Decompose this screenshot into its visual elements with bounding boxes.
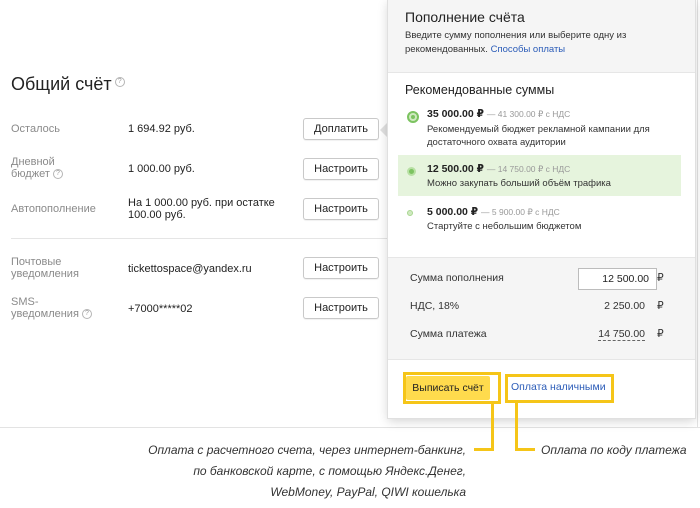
caption-invoice: Оплата с расчетного счета, через интерне… <box>66 440 466 503</box>
autopay-value: На 1 000.00 руб. при остатке 100.00 руб. <box>128 197 275 221</box>
help-icon[interactable]: ? <box>81 309 92 320</box>
sms-label-line1: SMS- <box>11 296 39 308</box>
account-title-text: Общий счёт <box>11 74 112 94</box>
email-notifications-label: Почтовые уведомления <box>11 256 79 280</box>
option-amount-row: 35 000.00 ₽ — 41 300.00 ₽ с НДС <box>427 108 570 120</box>
currency-sign: ₽ <box>657 272 664 284</box>
option-amount: 5 000.00 ₽ <box>427 206 479 218</box>
leader-line-vertical <box>515 403 518 451</box>
radio-selected-icon[interactable] <box>407 167 416 176</box>
recommended-option-5000[interactable]: 5 000.00 ₽ — 5 900.00 ₽ с НДС Стартуйте … <box>398 199 681 239</box>
daily-budget-label: Дневной бюджет ? <box>11 156 63 180</box>
sms-notifications-label: SMS- уведомления ? <box>11 296 92 320</box>
total-value: 14 750.00 <box>598 328 645 341</box>
autopay-label: Автопополнение <box>11 203 96 215</box>
radio-icon[interactable] <box>407 111 419 123</box>
caption-invoice-line1: Оплата с расчетного счета, через интерне… <box>148 443 466 457</box>
help-icon[interactable]: ? <box>114 77 125 88</box>
payment-calculation: Сумма пополнения 12 500.00 ₽ НДС, 18% 2 … <box>388 257 695 360</box>
radio-dot-icon <box>411 115 415 119</box>
page-border <box>697 0 698 428</box>
option-description: Можно закупать больший объём трафика <box>427 178 611 189</box>
email-configure-button[interactable]: Настроить <box>303 257 379 279</box>
caption-invoice-line2: по банковской карте, с помощью Яндекс.Де… <box>193 464 466 478</box>
daily-budget-label-line2: бюджет ? <box>11 168 63 180</box>
option-amount-row: 5 000.00 ₽ — 5 900.00 ₽ с НДС <box>427 206 560 218</box>
leader-line-horizontal <box>474 448 494 451</box>
total-label: Сумма платежа <box>410 328 487 340</box>
leader-line-vertical <box>491 404 494 451</box>
popup-header: Пополнение счёта Введите сумму пополнени… <box>388 0 695 73</box>
popup-desc-line1: Введите сумму пополнения или выберите од… <box>405 30 627 41</box>
popup-description: Введите сумму пополнения или выберите од… <box>405 29 675 57</box>
option-desc-line1: Рекомендуемый бюджет рекламной кампании … <box>427 124 650 135</box>
option-vat-amount: — 41 300.00 ₽ с НДС <box>486 109 571 119</box>
option-desc-line2: достаточного охвата аудитории <box>427 137 566 148</box>
caption-invoice-line3: WebMoney, PayPal, QIWI кошелька <box>270 485 466 499</box>
daily-budget-configure-button[interactable]: Настроить <box>303 158 379 180</box>
sum-label: Сумма пополнения <box>410 272 504 284</box>
option-description: Стартуйте с небольшим бюджетом <box>427 221 582 232</box>
option-description: Рекомендуемый бюджет рекламной кампании … <box>427 123 677 149</box>
recommended-option-35000[interactable]: 35 000.00 ₽ — 41 300.00 ₽ с НДС Рекоменд… <box>398 102 681 152</box>
option-amount-row: 12 500.00 ₽ — 14 750.00 ₽ с НДС <box>427 163 570 175</box>
remaining-label: Осталось <box>11 123 60 135</box>
help-icon[interactable]: ? <box>52 169 63 180</box>
sms-value: +7000*****02 <box>128 303 193 315</box>
email-label-line2: уведомления <box>11 268 79 280</box>
popup-desc-line2: рекомендованных. Способы оплаты <box>405 43 675 57</box>
autopay-configure-button[interactable]: Настроить <box>303 198 379 220</box>
option-amount: 12 500.00 ₽ <box>427 163 484 175</box>
vat-label: НДС, 18% <box>410 300 460 312</box>
sum-input[interactable]: 12 500.00 <box>578 268 657 290</box>
payment-methods-link[interactable]: Способы оплаты <box>491 44 566 55</box>
currency-sign: ₽ <box>657 300 664 312</box>
popup-arrow <box>380 122 388 138</box>
popup-desc-text: рекомендованных. <box>405 44 488 55</box>
vat-value: 2 250.00 <box>604 300 645 312</box>
sms-label-text: уведомления <box>11 308 79 320</box>
option-amount: 35 000.00 ₽ <box>427 108 484 120</box>
daily-budget-value: 1 000.00 руб. <box>128 163 195 175</box>
autopay-value-line1: На 1 000.00 руб. при остатке <box>128 197 275 209</box>
email-label-line1: Почтовые <box>11 256 62 268</box>
daily-budget-label-text: бюджет <box>11 168 50 180</box>
section-divider <box>11 238 387 239</box>
radio-icon[interactable] <box>407 210 413 216</box>
topup-button[interactable]: Доплатить <box>303 118 379 140</box>
email-value: tickettospace@yandex.ru <box>128 263 252 275</box>
popup-title: Пополнение счёта <box>405 9 525 25</box>
recommended-option-12500[interactable]: 12 500.00 ₽ — 14 750.00 ₽ с НДС Можно за… <box>398 155 681 196</box>
daily-budget-label-line1: Дневной <box>11 156 55 168</box>
remaining-value: 1 694.92 руб. <box>128 123 195 135</box>
currency-sign: ₽ <box>657 328 664 340</box>
option-vat-amount: — 14 750.00 ₽ с НДС <box>486 164 571 174</box>
sms-configure-button[interactable]: Настроить <box>303 297 379 319</box>
leader-line-horizontal <box>515 448 535 451</box>
sms-label-line2: уведомления ? <box>11 308 92 320</box>
autopay-value-line2: 100.00 руб. <box>128 209 186 221</box>
invoice-button-highlight <box>403 372 501 404</box>
option-vat-amount: — 5 900.00 ₽ с НДС <box>481 207 560 217</box>
caption-cash: Оплата по коду платежа <box>541 443 687 457</box>
topup-popup: Пополнение счёта Введите сумму пополнени… <box>388 0 695 418</box>
cash-link-highlight <box>505 374 614 403</box>
recommended-title: Рекомендованные суммы <box>405 83 555 97</box>
account-title: Общий счёт? <box>11 74 125 95</box>
